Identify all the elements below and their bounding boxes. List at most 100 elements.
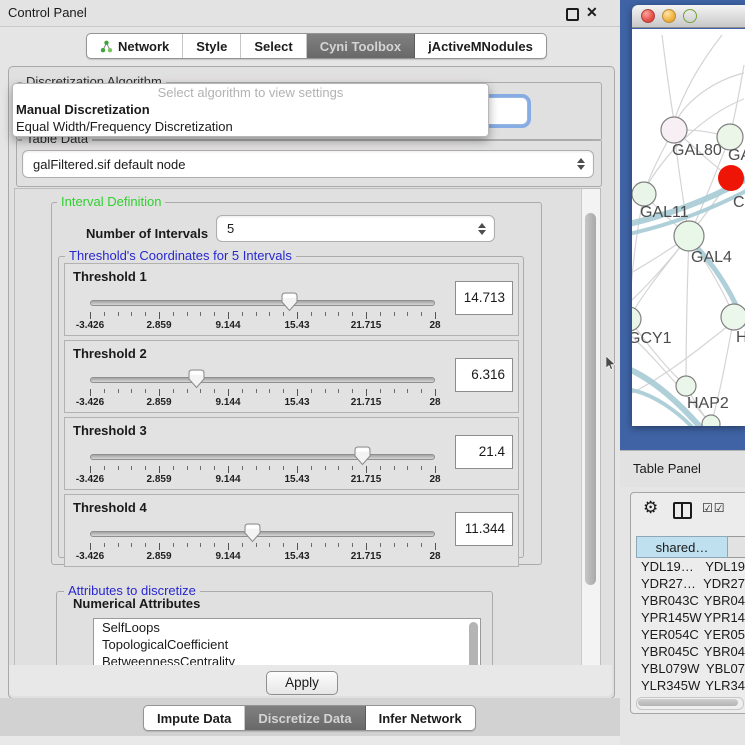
slider-tick — [311, 389, 312, 393]
attribute-item-selfloops[interactable]: SelfLoops — [94, 619, 480, 636]
network-node-label: HAP2 — [687, 395, 729, 412]
column-header-1[interactable]: shared… — [636, 536, 728, 558]
tab-network[interactable]: Network — [87, 34, 183, 58]
column-header-2[interactable]: na — [728, 536, 745, 558]
network-node-label: H — [736, 329, 745, 346]
slider-thumb[interactable] — [281, 292, 298, 312]
network-node-gal4[interactable] — [674, 221, 704, 251]
table-row[interactable]: YIL052CYIL05 — [636, 694, 745, 696]
zoom-traffic-light-icon[interactable] — [683, 9, 697, 23]
column-layout-icon[interactable] — [673, 502, 692, 519]
close-traffic-light-icon[interactable] — [641, 9, 655, 23]
table-row[interactable]: YBR045CYBR04 — [636, 643, 745, 660]
slider-tick — [173, 543, 174, 547]
threshold-value-field[interactable]: 14.713 — [455, 281, 513, 315]
network-node-hap2[interactable] — [676, 376, 696, 396]
network-edge[interactable] — [686, 236, 689, 386]
slider-tick-label: 21.715 — [351, 397, 382, 408]
slider-tick — [242, 389, 243, 393]
threshold-value-field[interactable]: 6.316 — [455, 358, 513, 392]
network-node-gal11[interactable] — [632, 182, 656, 206]
numerical-attributes-list[interactable]: SelfLoopsTopologicalCoefficientBetweenne… — [93, 618, 481, 666]
close-icon[interactable]: ✕ — [586, 4, 598, 21]
slider-tick-label: 15.43 — [284, 474, 309, 485]
network-node-gcy1[interactable] — [632, 307, 641, 331]
slider-tick-label: 9.144 — [215, 397, 240, 408]
vertical-scrollbar-thumb[interactable] — [585, 213, 596, 585]
table-row[interactable]: YDL19…YDL19 — [636, 558, 745, 575]
slider-thumb[interactable] — [244, 523, 261, 543]
horizontal-scrollbar-thumb[interactable] — [638, 699, 738, 706]
slider-tick — [214, 543, 215, 547]
dropdown-option-equal-width-frequency-discretization[interactable]: Equal Width/Frequency Discretization — [13, 118, 488, 135]
table-data-combobox[interactable]: galFiltered.sif default node — [22, 150, 594, 178]
slider-thumb[interactable] — [354, 446, 371, 466]
table-row[interactable]: YDR27…YDR27 — [636, 575, 745, 592]
gear-icon[interactable]: ⚙ — [643, 499, 658, 516]
threshold-slider[interactable]: -3.4262.8599.14415.4321.71528 — [90, 449, 435, 487]
number-of-intervals-label: Number of Intervals — [86, 226, 208, 241]
float-window-icon[interactable] — [566, 8, 579, 21]
slider-tick — [297, 312, 298, 319]
network-edge[interactable] — [676, 73, 744, 121]
slider-tick — [269, 312, 270, 316]
slider-tick — [269, 543, 270, 547]
slider-tick — [200, 466, 201, 470]
network-window-titlebar[interactable] — [632, 5, 745, 28]
slider-tick-label: 21.715 — [351, 474, 382, 485]
slider-tick-label: 28 — [429, 551, 440, 562]
slider-tick — [366, 389, 367, 396]
slider-tick — [104, 389, 105, 393]
slider-tick — [228, 389, 229, 396]
slider-tick — [338, 543, 339, 547]
threshold-value-field[interactable]: 21.4 — [455, 435, 513, 469]
table-data-value: galFiltered.sif default node — [23, 157, 577, 172]
cell-shared-name: YDL19… — [636, 558, 705, 575]
network-node-h[interactable] — [721, 304, 745, 330]
tab-select[interactable]: Select — [241, 34, 306, 58]
slider-tick — [131, 543, 132, 547]
checkbox-icons[interactable]: ☑☑ — [702, 501, 726, 515]
threshold-slider[interactable]: -3.4262.8599.14415.4321.71528 — [90, 295, 435, 333]
network-edge[interactable] — [674, 35, 722, 121]
number-of-intervals-spinner[interactable]: 5 — [216, 215, 495, 242]
apply-button[interactable]: Apply — [266, 671, 338, 695]
slider-tick — [380, 389, 381, 393]
tab-style[interactable]: Style — [183, 34, 241, 58]
horizontal-scrollbar[interactable] — [636, 697, 744, 710]
threshold-value-field[interactable]: 11.344 — [455, 512, 513, 546]
tab-label: Style — [196, 39, 227, 54]
slider-tick — [131, 466, 132, 470]
slider-tick — [394, 543, 395, 547]
network-node-c[interactable] — [718, 165, 744, 191]
tab-cyni-toolbox[interactable]: Cyni Toolbox — [307, 34, 415, 58]
tab-impute-data[interactable]: Impute Data — [144, 706, 245, 730]
tab-infer-network[interactable]: Infer Network — [366, 706, 475, 730]
dropdown-option-manual-discretization[interactable]: Manual Discretization — [13, 101, 488, 118]
network-edge[interactable] — [662, 35, 674, 121]
slider-tick — [256, 543, 257, 547]
slider-tick — [214, 389, 215, 393]
table-row[interactable]: YBR043CYBR04 — [636, 592, 745, 609]
slider-tick — [394, 466, 395, 470]
threshold-slider[interactable]: -3.4262.8599.14415.4321.71528 — [90, 372, 435, 410]
table-row[interactable]: YER054CYER05 — [636, 626, 745, 643]
threshold-slider[interactable]: -3.4262.8599.14415.4321.71528 — [90, 526, 435, 564]
network-icon — [100, 40, 113, 53]
table-row[interactable]: YLR345WYLR34 — [636, 677, 745, 694]
attribute-item-topologicalcoefficient[interactable]: TopologicalCoefficient — [94, 636, 480, 653]
table-row[interactable]: YBL079WYBL07 — [636, 660, 745, 677]
table-row[interactable]: YPR145WYPR14 — [636, 609, 745, 626]
slider-tick — [352, 543, 353, 547]
list-scrollbar-thumb[interactable] — [469, 622, 478, 666]
slider-tick — [435, 312, 436, 319]
tab-discretize-data[interactable]: Discretize Data — [245, 706, 365, 730]
vertical-scrollbar[interactable] — [581, 189, 600, 665]
network-canvas[interactable]: GAL80GACGAL11GAL4GCY1HHAP2 — [632, 29, 745, 426]
slider-tick — [407, 389, 408, 393]
slider-tick — [325, 389, 326, 393]
slider-thumb[interactable] — [188, 369, 205, 389]
network-node-gal80[interactable] — [661, 117, 687, 143]
minimize-traffic-light-icon[interactable] — [662, 9, 676, 23]
tab-jactivemnodules[interactable]: jActiveMNodules — [415, 34, 546, 58]
